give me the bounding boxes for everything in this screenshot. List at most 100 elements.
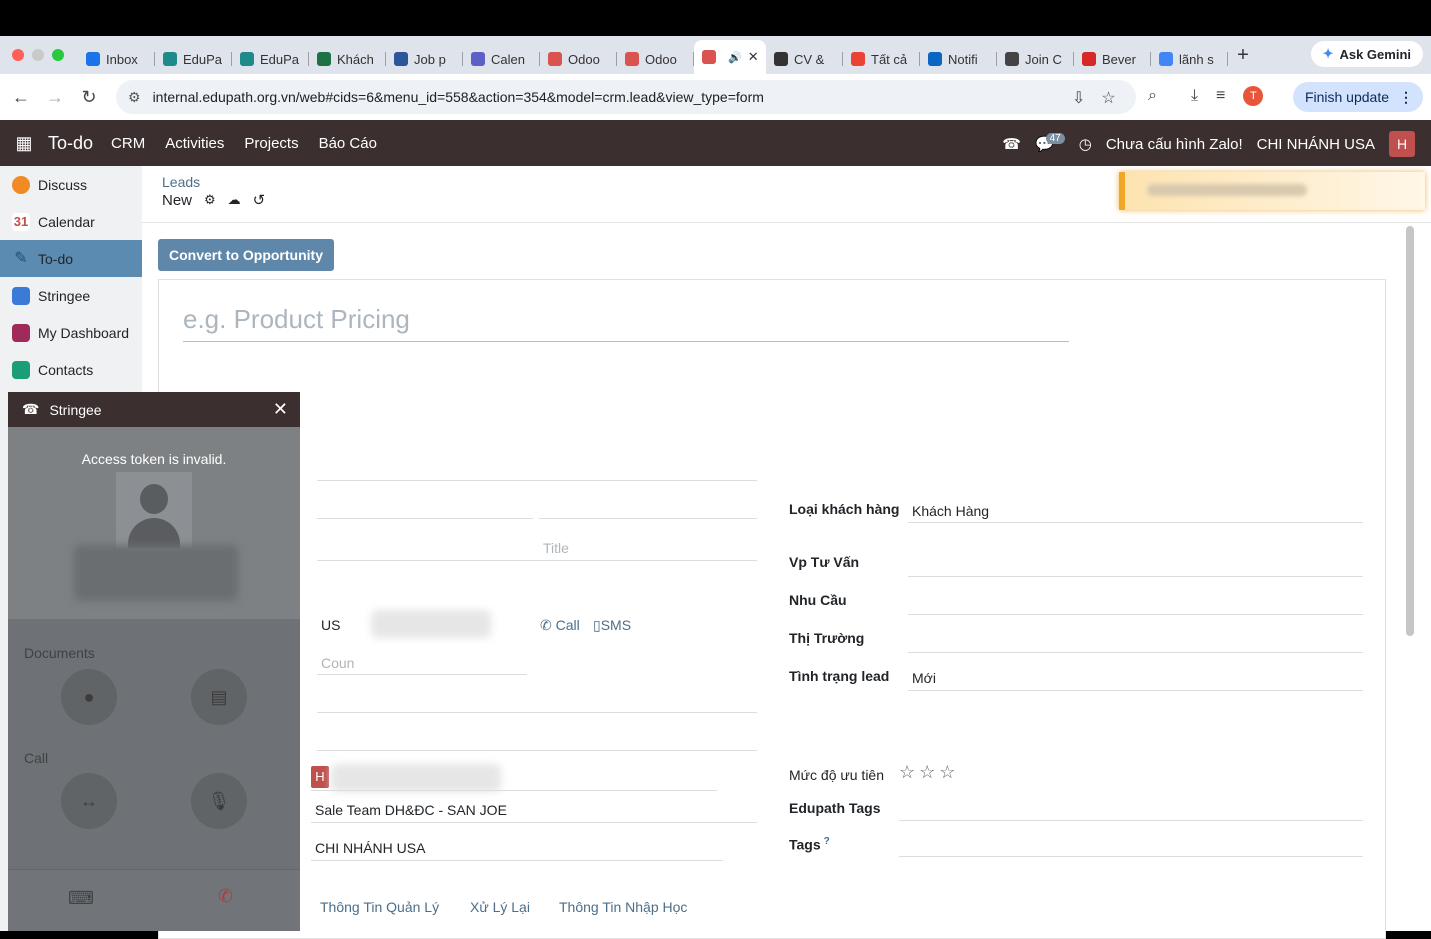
browser-tab[interactable]: Inbox — [78, 44, 155, 74]
browser-tab[interactable]: Bever — [1074, 44, 1151, 74]
browser-tab[interactable]: Odoo — [617, 44, 694, 74]
ask-gemini-button[interactable]: ✦ Ask Gemini — [1310, 41, 1423, 67]
profile-avatar[interactable]: T — [1243, 86, 1264, 106]
customer-type-value[interactable]: Khách Hàng — [912, 503, 989, 519]
zalo-status[interactable]: Chưa cấu hình Zalo! — [1106, 136, 1243, 153]
chat-systray[interactable]: 💬47 — [1035, 133, 1073, 153]
save-cloud-icon[interactable]: ☁ — [228, 192, 241, 208]
sidebar-item-stringee[interactable]: Stringee — [0, 277, 142, 314]
job-title-field[interactable] — [539, 518, 757, 519]
company-field[interactable] — [311, 860, 723, 861]
tab-audio-icon[interactable]: 🔊 — [728, 51, 742, 64]
address-bar[interactable]: ⚙ internal.edupath.org.vn/web#cids=6&men… — [116, 80, 1136, 114]
odoo-icon — [625, 52, 639, 66]
browser-tab[interactable]: Odoo — [540, 44, 617, 74]
tab-management-info[interactable]: Thông Tin Quản Lý — [320, 899, 439, 915]
app-menu-grid-icon[interactable]: ▦ — [0, 133, 48, 154]
new-tab-button[interactable]: + — [1228, 44, 1258, 67]
tags-help-icon[interactable]: ? — [824, 836, 830, 847]
back-icon[interactable]: ← — [4, 87, 38, 108]
lead-field-1[interactable] — [317, 712, 757, 713]
browser-tab[interactable]: Khách — [309, 44, 386, 74]
url-text: internal.edupath.org.vn/web#cids=6&menu_… — [152, 89, 764, 105]
browser-tab[interactable]: Join C — [997, 44, 1074, 74]
salesperson-field[interactable] — [311, 790, 717, 791]
convert-to-opportunity-button[interactable]: Convert to Opportunity — [158, 239, 334, 271]
keypad-icon[interactable]: ⌨ — [68, 888, 94, 909]
microphone-icon[interactable]: 🎙 — [191, 773, 247, 829]
company-switcher[interactable]: CHI NHÁNH USA — [1257, 136, 1375, 153]
browser-tab-active[interactable]: 🔊 ✕ — [694, 40, 766, 74]
call-button[interactable]: ✆ Call — [540, 617, 580, 634]
gear-icon[interactable]: ⚙ — [204, 192, 216, 208]
close-icon[interactable]: ✕ — [273, 399, 288, 420]
app-brand[interactable]: To-do — [48, 133, 93, 154]
user-avatar[interactable]: H — [1389, 131, 1415, 157]
market-field[interactable] — [908, 652, 1363, 653]
sales-team-field[interactable] — [311, 822, 757, 823]
browser-tab[interactable]: EduPa — [155, 44, 232, 74]
sms-button[interactable]: ▯SMS — [593, 617, 631, 634]
menu-crm[interactable]: CRM — [111, 135, 145, 152]
lead-title-input[interactable]: e.g. Product Pricing — [183, 304, 1069, 342]
stringee-panel: ☎ Stringee ✕ Access token is invalid. Do… — [8, 392, 300, 931]
discard-undo-icon[interactable]: ↺ — [253, 191, 266, 209]
priority-star-icons[interactable]: ☆☆☆ — [899, 762, 959, 783]
contact-person-icon[interactable]: ● — [61, 669, 117, 725]
website-field[interactable] — [317, 560, 757, 561]
priority-label: Mức độ ưu tiên — [789, 767, 885, 783]
sidebar-item-calendar[interactable]: 31 Calendar — [0, 203, 142, 240]
finish-update-button[interactable]: Finish update ⋮ — [1292, 82, 1423, 112]
office-field[interactable] — [908, 576, 1363, 577]
sidebar-item-discuss[interactable]: Discuss — [0, 166, 142, 203]
browser-tab[interactable]: EduPa — [232, 44, 309, 74]
email-field[interactable] — [317, 518, 533, 519]
company-value[interactable]: CHI NHÁNH USA — [315, 840, 425, 856]
tab-enrollment-info[interactable]: Thông Tin Nhập Học — [559, 899, 687, 915]
transfer-icon[interactable]: ↔ — [61, 773, 117, 829]
bookmark-star-icon[interactable]: ☆ — [1101, 88, 1115, 108]
browser-tab[interactable]: lãnh s — [1151, 44, 1228, 74]
maximize-window-button[interactable] — [52, 49, 64, 61]
browser-tab[interactable]: Calen — [463, 44, 540, 74]
minimize-window-button[interactable] — [32, 49, 44, 61]
phone-country-code[interactable]: US — [321, 617, 340, 633]
tab-close-icon[interactable]: ✕ — [748, 49, 759, 65]
sidebar-item-my-dashboard[interactable]: My Dashboard — [0, 314, 142, 351]
lead-status-value[interactable]: Mới — [912, 670, 936, 686]
hangup-phone-icon[interactable]: ✆ — [218, 886, 233, 907]
menu-reports[interactable]: Báo Cáo — [319, 135, 377, 152]
country-field[interactable] — [317, 674, 527, 675]
menu-projects[interactable]: Projects — [244, 135, 298, 152]
contact-name-field[interactable] — [317, 480, 757, 481]
edupath-tags-field[interactable] — [899, 820, 1363, 821]
download-icon[interactable]: ⤓ — [1191, 87, 1198, 105]
breadcrumb-leads[interactable]: Leads — [162, 174, 200, 190]
tab-reprocess[interactable]: Xử Lý Lại — [470, 899, 530, 915]
sales-team-value[interactable]: Sale Team DH&ĐC - SAN JOE — [315, 802, 507, 818]
menu-activities[interactable]: Activities — [165, 135, 224, 152]
form-view: Leads New ⚙ ☁ ↺ Convert to Opportunity e… — [142, 166, 1431, 939]
lead-field-2[interactable] — [317, 750, 757, 751]
browser-tab[interactable]: Job p — [386, 44, 463, 74]
reload-icon[interactable]: ↻ — [72, 87, 106, 108]
install-app-icon[interactable]: ⇩ — [1072, 88, 1085, 108]
browser-tab[interactable]: Notifi — [920, 44, 997, 74]
close-window-button[interactable] — [12, 49, 24, 61]
phone-systray-icon[interactable]: ☎ — [1002, 135, 1021, 153]
sidebar-item-todo[interactable]: ✎ To-do — [0, 240, 142, 277]
browser-tab[interactable]: CV & — [766, 44, 843, 74]
scrollbar[interactable] — [1406, 226, 1414, 636]
browser-tab[interactable]: Tất cả — [843, 44, 920, 74]
site-settings-icon[interactable]: ⚙ — [128, 89, 141, 106]
activity-clock-icon[interactable]: ◷ — [1079, 135, 1092, 153]
need-field[interactable] — [908, 614, 1363, 615]
customer-type-field[interactable] — [908, 522, 1363, 523]
lead-status-field[interactable] — [908, 690, 1363, 691]
notes-icon[interactable]: ▤ — [191, 669, 247, 725]
lens-search-icon[interactable]: ⌕ — [1148, 87, 1157, 105]
media-queue-icon[interactable]: ≡ — [1216, 87, 1225, 105]
sidebar-item-contacts[interactable]: Contacts — [0, 351, 142, 388]
forward-icon[interactable]: → — [38, 87, 72, 108]
tags-field[interactable] — [899, 856, 1363, 857]
